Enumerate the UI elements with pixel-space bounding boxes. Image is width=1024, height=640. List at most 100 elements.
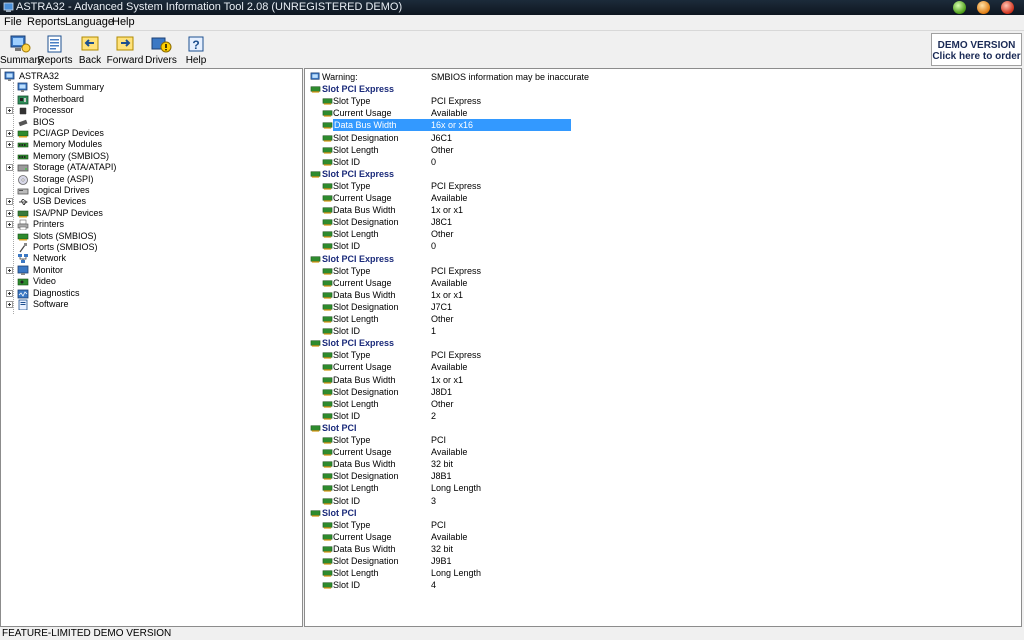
slot-field-row[interactable]: Slot Length Other xyxy=(309,228,1009,240)
slot-field-row[interactable]: Data Bus Width 32 bit xyxy=(309,458,1009,470)
slot-field-row[interactable]: Slot Type PCI Express xyxy=(309,265,1009,277)
slot-field-row[interactable]: Slot Type PCI xyxy=(309,519,1009,531)
slot-field-row[interactable]: Current Usage Available xyxy=(309,277,1009,289)
menu-help[interactable]: Help xyxy=(112,16,135,28)
details-list[interactable]: Warning: SMBIOS information may be inaccu… xyxy=(304,68,1022,627)
slot-field-row[interactable]: Slot Designation J8C1 xyxy=(309,216,1009,228)
slot-field-value: Available xyxy=(431,193,468,203)
slot-section-header[interactable]: Slot PCI xyxy=(309,507,1009,519)
slot-field-row[interactable]: Data Bus Width 32 bit xyxy=(309,543,1009,555)
warning-row[interactable]: Warning: SMBIOS information may be inaccu… xyxy=(309,71,1009,83)
field-icon xyxy=(322,399,333,408)
field-icon xyxy=(322,217,333,226)
help-button[interactable]: ? Help xyxy=(176,33,216,67)
slot-field-row[interactable]: Slot ID 0 xyxy=(309,240,1009,252)
slot-section-header[interactable]: Slot PCI Express xyxy=(309,337,1009,349)
slot-field-label: Slot ID xyxy=(333,326,361,336)
slot-field-row[interactable]: Slot Type PCI Express xyxy=(309,180,1009,192)
expand-icon[interactable] xyxy=(6,198,13,205)
minimize-button[interactable] xyxy=(953,1,966,14)
expand-icon[interactable] xyxy=(6,141,13,148)
slot-field-value: Available xyxy=(431,278,468,288)
field-icon xyxy=(322,241,333,250)
slot-field-label: Slot Type xyxy=(333,181,371,191)
slot-field-row[interactable]: Data Bus Width 1x or x1 xyxy=(309,204,1009,216)
slot-field-label: Slot Length xyxy=(333,483,379,493)
slot-section-header[interactable]: Slot PCI Express xyxy=(309,168,1009,180)
slot-field-row[interactable]: Slot Type PCI Express xyxy=(309,349,1009,361)
expand-icon[interactable] xyxy=(6,164,13,171)
toolbar: Summary Reports Back Forward Drivers ? H… xyxy=(0,30,1024,68)
slot-field-label: Slot Designation xyxy=(333,471,399,481)
field-icon xyxy=(322,580,333,589)
slot-field-row[interactable]: Slot Length Other xyxy=(309,144,1009,156)
slot-field-row[interactable]: Slot ID 0 xyxy=(309,156,1009,168)
slot-icon xyxy=(310,338,321,347)
slot-icon xyxy=(310,423,321,432)
slot-field-row[interactable]: Slot ID 2 xyxy=(309,410,1009,422)
slot-field-row[interactable]: Slot Length Other xyxy=(309,398,1009,410)
slot-field-row[interactable]: Slot ID 4 xyxy=(309,579,1009,591)
slot-field-row[interactable]: Slot Type PCI xyxy=(309,434,1009,446)
slot-section-header[interactable]: Slot PCI Express xyxy=(309,83,1009,95)
field-icon xyxy=(322,387,333,396)
reports-button[interactable]: Reports xyxy=(35,33,75,67)
expand-icon[interactable] xyxy=(6,290,13,297)
field-icon xyxy=(322,181,333,190)
slot-field-row[interactable]: Slot Designation J8D1 xyxy=(309,386,1009,398)
slot-field-row[interactable]: Slot Length Long Length xyxy=(309,482,1009,494)
slot-field-label: Data Bus Width xyxy=(333,290,396,300)
pci-card-icon xyxy=(17,128,29,139)
slot-field-row[interactable]: Current Usage Available xyxy=(309,107,1009,119)
field-icon xyxy=(322,229,333,238)
field-icon xyxy=(322,532,333,541)
forward-button[interactable]: Forward xyxy=(105,33,145,67)
warning-value: SMBIOS information may be inaccurate xyxy=(431,72,590,82)
slot-field-row[interactable]: Data Bus Width 16x or x16 xyxy=(309,119,1009,131)
slot-field-value: Available xyxy=(431,362,468,372)
field-icon xyxy=(322,205,333,214)
expand-icon[interactable] xyxy=(6,221,13,228)
slot-field-value: J7C1 xyxy=(431,302,453,312)
title-bar[interactable]: ASTRA32 - Advanced System Information To… xyxy=(0,0,1024,15)
motherboard-icon xyxy=(17,94,29,105)
drivers-button[interactable]: Drivers xyxy=(141,33,181,67)
slot-field-row[interactable]: Slot Designation J9B1 xyxy=(309,555,1009,567)
slot-section-header[interactable]: Slot PCI Express xyxy=(309,253,1009,265)
slot-field-row[interactable]: Slot Type PCI Express xyxy=(309,95,1009,107)
slot-section-header[interactable]: Slot PCI xyxy=(309,422,1009,434)
expand-icon[interactable] xyxy=(6,130,13,137)
expand-icon[interactable] xyxy=(6,107,13,114)
slot-field-row[interactable]: Slot Designation J8B1 xyxy=(309,470,1009,482)
slot-field-row[interactable]: Slot Length Other xyxy=(309,313,1009,325)
slot-field-row[interactable]: Data Bus Width 1x or x1 xyxy=(309,289,1009,301)
slot-field-row[interactable]: Current Usage Available xyxy=(309,192,1009,204)
demo-order-button[interactable]: DEMO VERSION Click here to order xyxy=(931,33,1022,66)
maximize-button[interactable] xyxy=(977,1,990,14)
slot-field-row[interactable]: Slot ID 1 xyxy=(309,325,1009,337)
field-icon xyxy=(322,290,333,299)
navigation-tree[interactable]: ASTRA32 System Summary Motherboard Processo… xyxy=(0,68,303,627)
menu-reports[interactable]: Reports xyxy=(27,16,66,28)
expand-icon[interactable] xyxy=(6,301,13,308)
slot-field-row[interactable]: Slot Designation J7C1 xyxy=(309,301,1009,313)
slot-field-row[interactable]: Current Usage Available xyxy=(309,531,1009,543)
slot-field-value: 2 xyxy=(431,411,437,421)
slot-field-row[interactable]: Slot Length Long Length xyxy=(309,567,1009,579)
slot-field-row[interactable]: Data Bus Width 1x or x1 xyxy=(309,374,1009,386)
close-button[interactable] xyxy=(1001,1,1014,14)
expand-icon[interactable] xyxy=(6,267,13,274)
slot-field-row[interactable]: Slot ID 3 xyxy=(309,495,1009,507)
field-icon xyxy=(322,520,333,529)
menu-language[interactable]: Language xyxy=(65,16,114,28)
slot-field-row[interactable]: Current Usage Available xyxy=(309,361,1009,373)
expand-icon[interactable] xyxy=(6,210,13,217)
summary-button[interactable]: Summary xyxy=(0,33,43,67)
slot-field-row[interactable]: Slot Designation J6C1 xyxy=(309,132,1009,144)
usb-icon xyxy=(17,196,29,207)
tree-item-label: USB Devices xyxy=(33,196,87,206)
back-button[interactable]: Back xyxy=(70,33,110,67)
field-icon xyxy=(322,314,333,323)
slot-field-row[interactable]: Current Usage Available xyxy=(309,446,1009,458)
menu-file[interactable]: File xyxy=(4,16,22,28)
